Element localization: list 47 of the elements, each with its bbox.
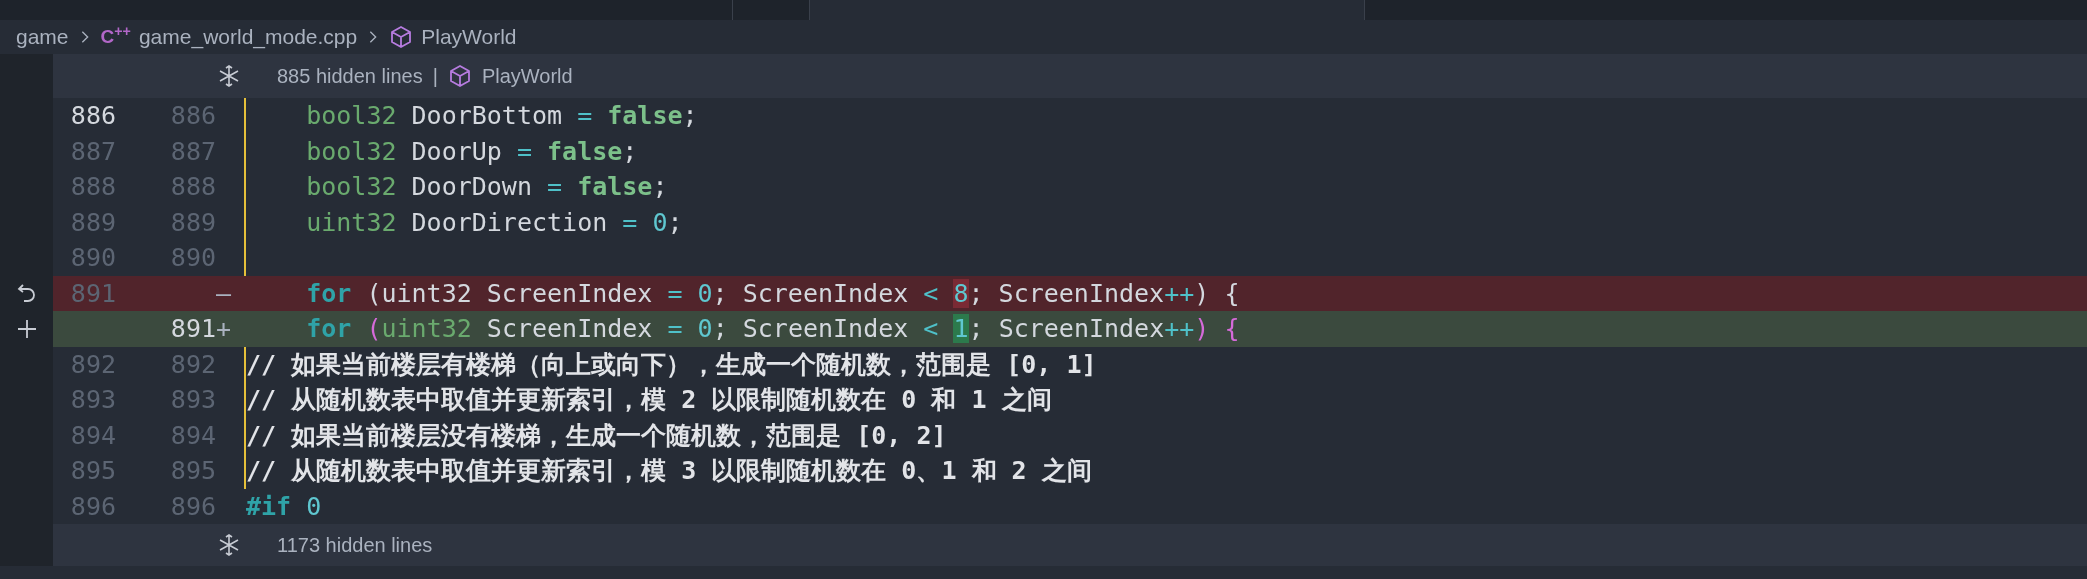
- line-number: 894: [69, 419, 116, 452]
- code-line: // 如果当前楼层没有楼梯，生成一个随机数，范围是 [0, 2]: [246, 419, 947, 452]
- hidden-lines-label[interactable]: 1173 hidden lines: [277, 530, 433, 560]
- breadcrumb-item[interactable]: game_world_mode.cpp: [138, 21, 358, 53]
- cpp-file-icon: C$^{++}$: [100, 22, 131, 52]
- line-number: 892: [69, 348, 116, 381]
- line-number: 889: [69, 206, 116, 239]
- unfold-icon: [217, 533, 241, 557]
- diff-marker: +: [216, 313, 233, 345]
- line-number: 895: [69, 455, 116, 487]
- code-line: bool32 DoorBottom = false;: [305, 100, 698, 132]
- line-number: 895: [169, 455, 216, 487]
- line-number: 887: [69, 135, 116, 168]
- line-number: 887: [169, 135, 216, 168]
- code-line: for (uint32 ScreenIndex = 0; ScreenIndex < 8; ScreenIndex++) {: [305, 277, 1240, 310]
- code-line: // 从随机数表中取值并更新索引，模 3 以限制随机数在 0、1 和 2 之间: [246, 455, 1092, 487]
- line-number: 891: [169, 313, 216, 345]
- code-line: uint32 DoorDirection = 0;: [305, 206, 683, 239]
- hidden-lines-label[interactable]: 885 hidden lines: [277, 61, 423, 91]
- breadcrumb-item[interactable]: game: [16, 21, 69, 53]
- line-number: 888: [69, 171, 116, 203]
- line-number: 889: [169, 206, 216, 239]
- line-number: 891: [69, 277, 116, 310]
- separator: |: [432, 64, 438, 89]
- symbol-label[interactable]: PlayWorld: [481, 61, 573, 91]
- cube-icon: [389, 25, 414, 49]
- line-number: 892: [169, 348, 216, 381]
- line-number: 886: [69, 100, 116, 132]
- code-line: // 如果当前楼层有楼梯（向上或向下），生成一个随机数，范围是 [0, 1]: [246, 348, 1097, 381]
- line-number: 886: [169, 100, 216, 132]
- code-line: #if 0: [246, 490, 322, 523]
- breadcrumb-item[interactable]: PlayWorld: [421, 21, 517, 53]
- line-number: 890: [169, 242, 216, 274]
- line-number: 893: [69, 384, 116, 416]
- code-line: for (uint32 ScreenIndex = 0; ScreenIndex < 1; ScreenIndex++) {: [305, 313, 1240, 345]
- code-line: // 从随机数表中取值并更新索引，模 2 以限制随机数在 0 和 1 之间: [246, 384, 1052, 416]
- line-number: 890: [69, 242, 116, 274]
- line-number: 893: [169, 384, 216, 416]
- line-number: 896: [169, 490, 216, 523]
- code-line: bool32 DoorDown = false;: [305, 171, 668, 203]
- cube-icon: [447, 64, 472, 88]
- line-number: 894: [169, 419, 216, 452]
- line-number: 888: [169, 171, 216, 203]
- diff-marker: —: [216, 277, 233, 310]
- unfold-icon: [217, 64, 241, 88]
- code-line: bool32 DoorUp = false;: [305, 135, 638, 168]
- line-number: 896: [69, 490, 116, 523]
